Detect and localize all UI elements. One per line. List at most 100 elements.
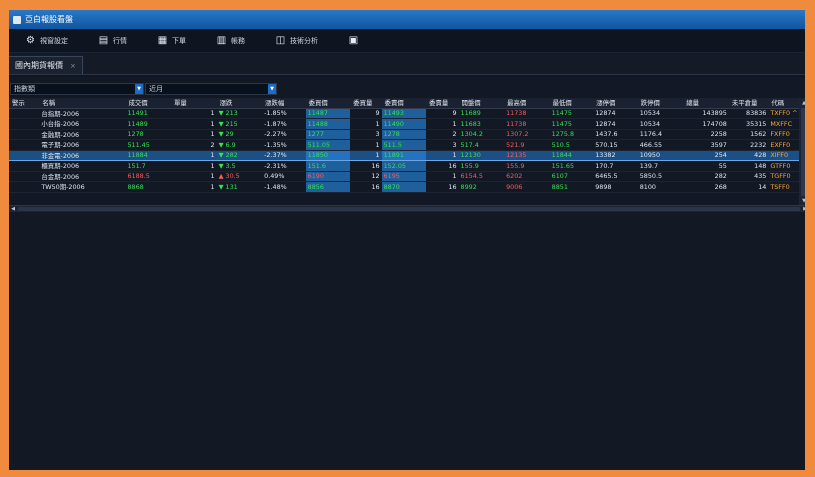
cell-bid-qty: 16 bbox=[350, 160, 382, 172]
scrollbar-thumb[interactable] bbox=[18, 207, 800, 211]
scroll-right-icon[interactable]: ▶ bbox=[801, 206, 805, 212]
cell-change-pct: -2.37% bbox=[262, 149, 306, 161]
cell-change-pct: 0.49% bbox=[262, 171, 306, 182]
cell-bid: 8856 bbox=[305, 181, 351, 193]
column-header[interactable]: 成交價 bbox=[125, 98, 171, 109]
cell-bid: 11850 bbox=[305, 149, 351, 161]
table-row[interactable]: 台指期-2006 11491 1 ▼ 213 -1.85% 11487 9 11493 9 116… bbox=[9, 108, 805, 119]
toolbar-settings-button[interactable]: ⚙ 視窗設定 bbox=[25, 35, 68, 46]
cell-change: ▼ 282 bbox=[216, 149, 263, 161]
cell-limit-down: 1176.4 bbox=[637, 129, 684, 140]
column-header[interactable]: 漲停價 bbox=[593, 98, 638, 109]
toolbar-account-button[interactable]: ▥ 帳務 bbox=[216, 35, 245, 46]
scroll-left-icon[interactable]: ◀ bbox=[9, 206, 17, 212]
cell-total: 2258 bbox=[683, 129, 729, 140]
chart-analysis-icon: ◫ bbox=[275, 34, 286, 46]
table-row[interactable]: 電子期-2006 511.45 2 ▼ 6.9 -1.35% 511.05 1 511.5 3 5… bbox=[9, 139, 805, 151]
cell-ask: 11493 bbox=[381, 108, 427, 119]
cell-limit-up: 13382 bbox=[593, 149, 638, 161]
cell-open-interest: 428 bbox=[728, 149, 769, 161]
column-header[interactable]: 最高價 bbox=[504, 98, 550, 109]
column-header[interactable]: 警示 bbox=[9, 98, 40, 109]
vertical-scrollbar[interactable]: ▲ ▼ bbox=[799, 99, 805, 205]
table-row[interactable]: 非金電-2006 11884 1 ▼ 282 -2.37% 11850 1 11891 1 121… bbox=[9, 149, 805, 161]
column-header[interactable]: 最低價 bbox=[549, 98, 594, 109]
cell-open-interest: 148 bbox=[728, 160, 769, 172]
table-header: 警示 名稱 成交價 單量 漲跌 漲跌幅 委買價 委買量 委賣價 委賣量 開盤價 最高價 最低價 漲停價 跌停… bbox=[9, 98, 805, 109]
close-icon[interactable]: × bbox=[70, 62, 76, 70]
cell-alert bbox=[9, 139, 40, 151]
cell-bid: 11488 bbox=[305, 118, 351, 130]
group-select[interactable]: 指數類 ▼ bbox=[10, 82, 144, 95]
cell-low: 11475 bbox=[549, 118, 594, 130]
column-header[interactable]: 未平倉量 bbox=[728, 98, 769, 109]
column-header[interactable]: 名稱 bbox=[39, 98, 126, 109]
scroll-down-icon[interactable]: ▼ bbox=[799, 197, 805, 205]
table-row[interactable]: 櫃買期-2006 151.7 1 ▼ 3.5 -2.31% 151.6 16 152.05 16… bbox=[9, 160, 805, 172]
cell-name: 金融期-2006 bbox=[39, 129, 126, 140]
cell-total: 254 bbox=[683, 149, 729, 161]
column-header[interactable]: 開盤價 bbox=[458, 98, 505, 109]
quote-panel: 指數類 ▼ 近月 ▼ 警示 名稱 成交價 單量 漲跌 漲跌幅 委買價 委買量 委賣價 委賣量 開盤價… bbox=[9, 77, 805, 470]
scroll-up-icon[interactable]: ▲ bbox=[799, 99, 805, 107]
column-header[interactable]: 委賣量 bbox=[426, 98, 459, 109]
cell-limit-down: 8100 bbox=[637, 181, 684, 193]
cell-low: 6107 bbox=[549, 171, 594, 182]
column-header[interactable]: 總量 bbox=[683, 98, 729, 109]
cell-total: 143895 bbox=[683, 108, 729, 119]
table-row[interactable]: TW50期-2006 8868 1 ▼ 131 -1.48% 8856 16 8870 16 89… bbox=[9, 181, 805, 193]
cell-bid: 6190 bbox=[305, 171, 351, 182]
cell-limit-up: 1437.6 bbox=[593, 129, 638, 140]
column-header[interactable]: 委買價 bbox=[305, 98, 351, 109]
cell-name: TW50期-2006 bbox=[39, 181, 126, 193]
cell-price: 11491 bbox=[125, 108, 171, 119]
cell-high: 6202 bbox=[504, 171, 550, 182]
toolbar-analysis-button[interactable]: ◫ 技術分析 bbox=[275, 34, 318, 46]
cell-alert bbox=[9, 129, 40, 140]
month-select[interactable]: 近月 ▼ bbox=[145, 82, 277, 95]
cell-low: 11844 bbox=[549, 149, 594, 161]
toolbar-quote-button[interactable]: ▤ 行情 bbox=[98, 35, 127, 46]
toolbar-label: 技術分析 bbox=[290, 36, 318, 45]
main-window: 亞白報股看盤 ⚙ 視窗設定 ▤ 行情 ▦ 下單 ▥ 帳務 ◫ 技術分析 ▣ 國內… bbox=[9, 10, 805, 470]
cell-price: 151.7 bbox=[125, 160, 171, 172]
cell-ask: 152.05 bbox=[381, 160, 427, 172]
cell-low: 11475 bbox=[549, 108, 594, 119]
cell-open: 6154.5 bbox=[458, 171, 505, 182]
cell-high: 155.9 bbox=[504, 160, 550, 172]
column-header[interactable]: 委賣價 bbox=[381, 98, 427, 109]
horizontal-scrollbar[interactable]: ◀ ▶ bbox=[9, 205, 805, 212]
cell-limit-up: 9898 bbox=[593, 181, 638, 193]
column-header[interactable]: 委買量 bbox=[350, 98, 382, 109]
table-row[interactable]: 金融期-2006 1278 1 ▼ 29 -2.27% 1277 3 1278 2 1304.2 1… bbox=[9, 129, 805, 140]
app-icon bbox=[13, 15, 21, 24]
quote-table: 警示 名稱 成交價 單量 漲跌 漲跌幅 委買價 委買量 委賣價 委賣量 開盤價 最高價 最低價 漲停價 跌停… bbox=[9, 98, 805, 193]
cell-change-pct: -1.48% bbox=[262, 181, 306, 193]
table-row[interactable]: 台金期-2006 6188.5 1 ▲ 30.5 0.49% 6190 12 6195 1 615… bbox=[9, 171, 805, 182]
cell-open-interest: 1562 bbox=[728, 129, 769, 140]
cell-bid: 511.05 bbox=[305, 139, 351, 151]
cell-change: ▼ 213 bbox=[216, 108, 263, 119]
cell-open: 11683 bbox=[458, 118, 505, 130]
toolbar-order-button[interactable]: ▦ 下單 bbox=[157, 35, 186, 46]
cell-limit-down: 10950 bbox=[637, 149, 684, 161]
column-header[interactable]: 單量 bbox=[171, 98, 217, 109]
scrollbar-thumb[interactable] bbox=[801, 108, 805, 196]
cell-limit-up: 570.15 bbox=[593, 139, 638, 151]
cell-change-pct: -1.85% bbox=[262, 108, 306, 119]
cell-price: 8868 bbox=[125, 181, 171, 193]
chevron-down-icon[interactable]: ▼ bbox=[268, 83, 276, 94]
tab-futures-quote[interactable]: 國內期貨報價 × bbox=[9, 56, 83, 74]
cell-open-interest: 2232 bbox=[728, 139, 769, 151]
cell-total: 55 bbox=[683, 160, 729, 172]
chevron-down-icon[interactable]: ▼ bbox=[135, 83, 143, 94]
toolbar-grid-button[interactable]: ▣ bbox=[348, 34, 363, 46]
column-header[interactable]: 漲跌幅 bbox=[262, 98, 306, 109]
column-header[interactable]: 跌停價 bbox=[637, 98, 684, 109]
cell-limit-down: 5850.5 bbox=[637, 171, 684, 182]
grid-icon: ▣ bbox=[348, 34, 359, 46]
column-header[interactable]: 漲跌 bbox=[216, 98, 263, 109]
cell-open: 12130 bbox=[458, 149, 505, 161]
table-row[interactable]: 小台指-2006 11489 1 ▼ 215 -1.87% 11488 1 11490 1 116… bbox=[9, 118, 805, 130]
toolbar-label: 帳務 bbox=[231, 36, 245, 45]
